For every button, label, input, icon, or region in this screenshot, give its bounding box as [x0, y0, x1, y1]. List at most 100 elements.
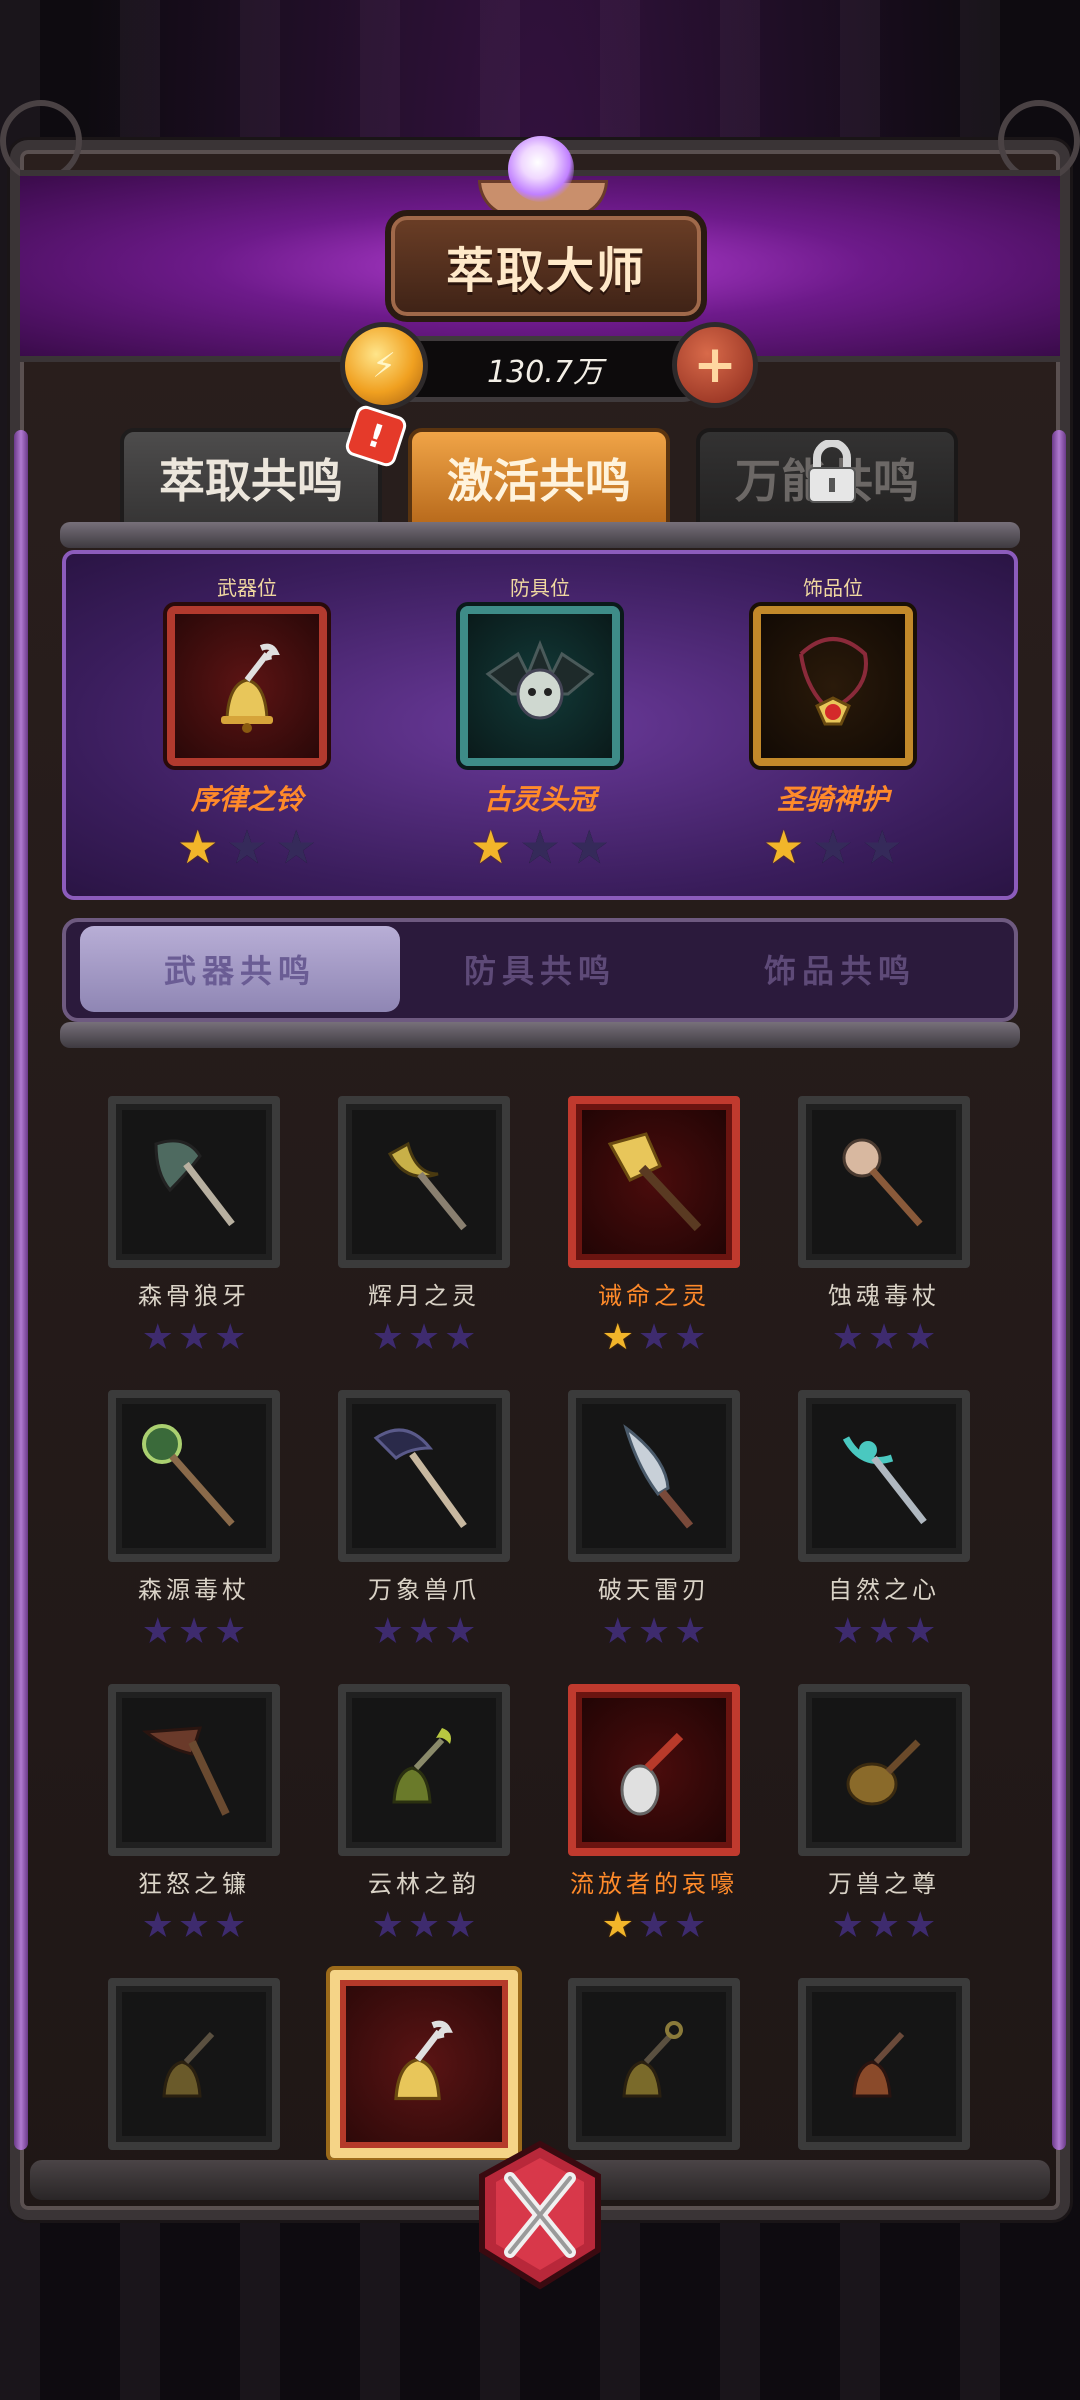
weapon-card[interactable] [798, 1390, 970, 1562]
weapon-name: 破天雷刃 [598, 1576, 710, 1604]
weapon-name: 辉月之灵 [368, 1282, 480, 1310]
star-icon: ★ [637, 1905, 671, 1946]
star-icon: ★ [861, 820, 903, 874]
weapon-card-selected[interactable] [330, 1970, 518, 2158]
accessory-slot[interactable] [753, 606, 913, 766]
amulet-icon [799, 637, 868, 726]
bronze-bell-icon [162, 2031, 215, 2098]
weapon-card[interactable] [798, 1684, 970, 1856]
star-icon: ★ [470, 820, 512, 874]
star-icon: ★ [904, 1905, 937, 1946]
weapon-card[interactable] [338, 1684, 510, 1856]
star-icon: ★ [214, 1611, 247, 1652]
weapon-card[interactable] [568, 1096, 740, 1268]
weapon-card[interactable] [108, 1684, 280, 1856]
star-icon: ★ [444, 1317, 477, 1358]
star-icon: ★ [275, 820, 317, 874]
star-icon: ★ [407, 1317, 441, 1358]
slot-item-name: 序律之铃 [190, 783, 303, 816]
weapon-card[interactable] [568, 1978, 740, 2150]
star-icon: ★ [674, 1611, 707, 1652]
add-currency-button[interactable]: + [672, 322, 758, 408]
star-icon: ★ [141, 1317, 174, 1358]
divider [60, 1022, 1020, 1048]
bone-axe-icon [154, 1139, 235, 1227]
star-icon: ★ [444, 1611, 477, 1652]
scythe-icon [142, 1726, 230, 1816]
divider [60, 522, 1020, 548]
tab-armor-resonance[interactable]: 防具共鸣 [380, 926, 700, 1012]
orb-staff-icon [142, 1424, 235, 1527]
star-icon: ★ [601, 1905, 634, 1946]
weapon-card[interactable] [568, 1684, 740, 1856]
star-icon: ★ [141, 1611, 174, 1652]
slot-item-name: 古灵头冠 [483, 783, 596, 816]
weapon-card[interactable] [108, 1978, 280, 2150]
gold-bell-icon [394, 2020, 453, 2101]
star-icon: ★ [177, 1905, 211, 1946]
green-bell-icon [392, 1728, 451, 1804]
crescent-staff-icon [842, 1436, 927, 1525]
dark-bell-icon [622, 2021, 683, 2098]
weapon-name: 自然之心 [828, 1576, 940, 1604]
tab-accessory-resonance[interactable]: 饰品共鸣 [680, 926, 1000, 1012]
close-button[interactable] [470, 2140, 610, 2290]
star-icon: ★ [904, 1317, 937, 1358]
star-icon: ★ [904, 1611, 937, 1652]
weapon-card[interactable] [798, 1096, 970, 1268]
right-rail [1052, 430, 1066, 2150]
star-icon: ★ [763, 820, 805, 874]
weapon-card[interactable] [568, 1390, 740, 1562]
weapon-card[interactable] [338, 1390, 510, 1562]
curved-blade-icon [623, 1424, 694, 1529]
star-icon: ★ [519, 820, 561, 874]
weapon-name: 云林之韵 [368, 1870, 480, 1898]
slot-label-weapon: 武器位 [217, 576, 277, 600]
star-icon: ★ [674, 1905, 707, 1946]
weapon-card[interactable] [798, 1978, 970, 2150]
glowing-orb-icon [508, 136, 574, 202]
star-icon: ★ [407, 1905, 441, 1946]
slot-label-armor: 防具位 [510, 576, 570, 600]
star-rating: ★ ★ ★ [798, 1614, 970, 1650]
star-rating: ★ ★ ★ [743, 824, 923, 870]
bone-club-icon [620, 1732, 684, 1816]
weapon-card[interactable] [108, 1390, 280, 1562]
tab-label: 激活共鸣 [447, 454, 631, 508]
gourd-icon [846, 1739, 921, 1806]
star-rating: ★ ★ ★ [157, 824, 337, 870]
weapon-name: 森源毒杖 [138, 1576, 250, 1604]
tab-label: 萃取共鸣 [159, 454, 343, 508]
star-rating: ★ ★ ★ [338, 1320, 510, 1356]
skull-staff-icon [842, 1138, 923, 1227]
star-icon: ★ [867, 1905, 901, 1946]
tab-activate-resonance[interactable]: 激活共鸣 [408, 428, 670, 528]
weapon-slot[interactable] [167, 606, 327, 766]
star-icon: ★ [674, 1317, 707, 1358]
star-icon: ★ [601, 1611, 634, 1652]
star-icon: ★ [214, 1905, 247, 1946]
coin-icon: ⚡ [340, 322, 428, 410]
star-icon: ★ [226, 820, 268, 874]
armor-slot[interactable] [460, 606, 620, 766]
weapon-name: 森骨狼牙 [138, 1282, 250, 1310]
star-rating: ★ ★ ★ [568, 1908, 740, 1944]
star-icon: ★ [371, 1611, 404, 1652]
star-icon: ★ [831, 1317, 864, 1358]
star-rating: ★ ★ ★ [338, 1908, 510, 1944]
weapon-name: 诫命之灵 [598, 1282, 710, 1310]
star-icon: ★ [407, 1611, 441, 1652]
weapon-card[interactable] [338, 1096, 510, 1268]
star-icon: ★ [214, 1317, 247, 1358]
left-rail [14, 430, 28, 2150]
star-rating: ★ ★ ★ [108, 1908, 280, 1944]
tab-weapon-resonance[interactable]: 武器共鸣 [80, 926, 400, 1012]
star-rating: ★ ★ ★ [798, 1908, 970, 1944]
tab-extract-resonance[interactable]: 萃取共鸣 [120, 428, 382, 528]
weapon-name: 狂怒之镰 [138, 1870, 250, 1898]
copper-bell-icon [852, 2031, 905, 2098]
weapon-card[interactable] [108, 1096, 280, 1268]
star-icon: ★ [867, 1611, 901, 1652]
star-icon: ★ [371, 1317, 404, 1358]
star-icon: ★ [371, 1905, 404, 1946]
